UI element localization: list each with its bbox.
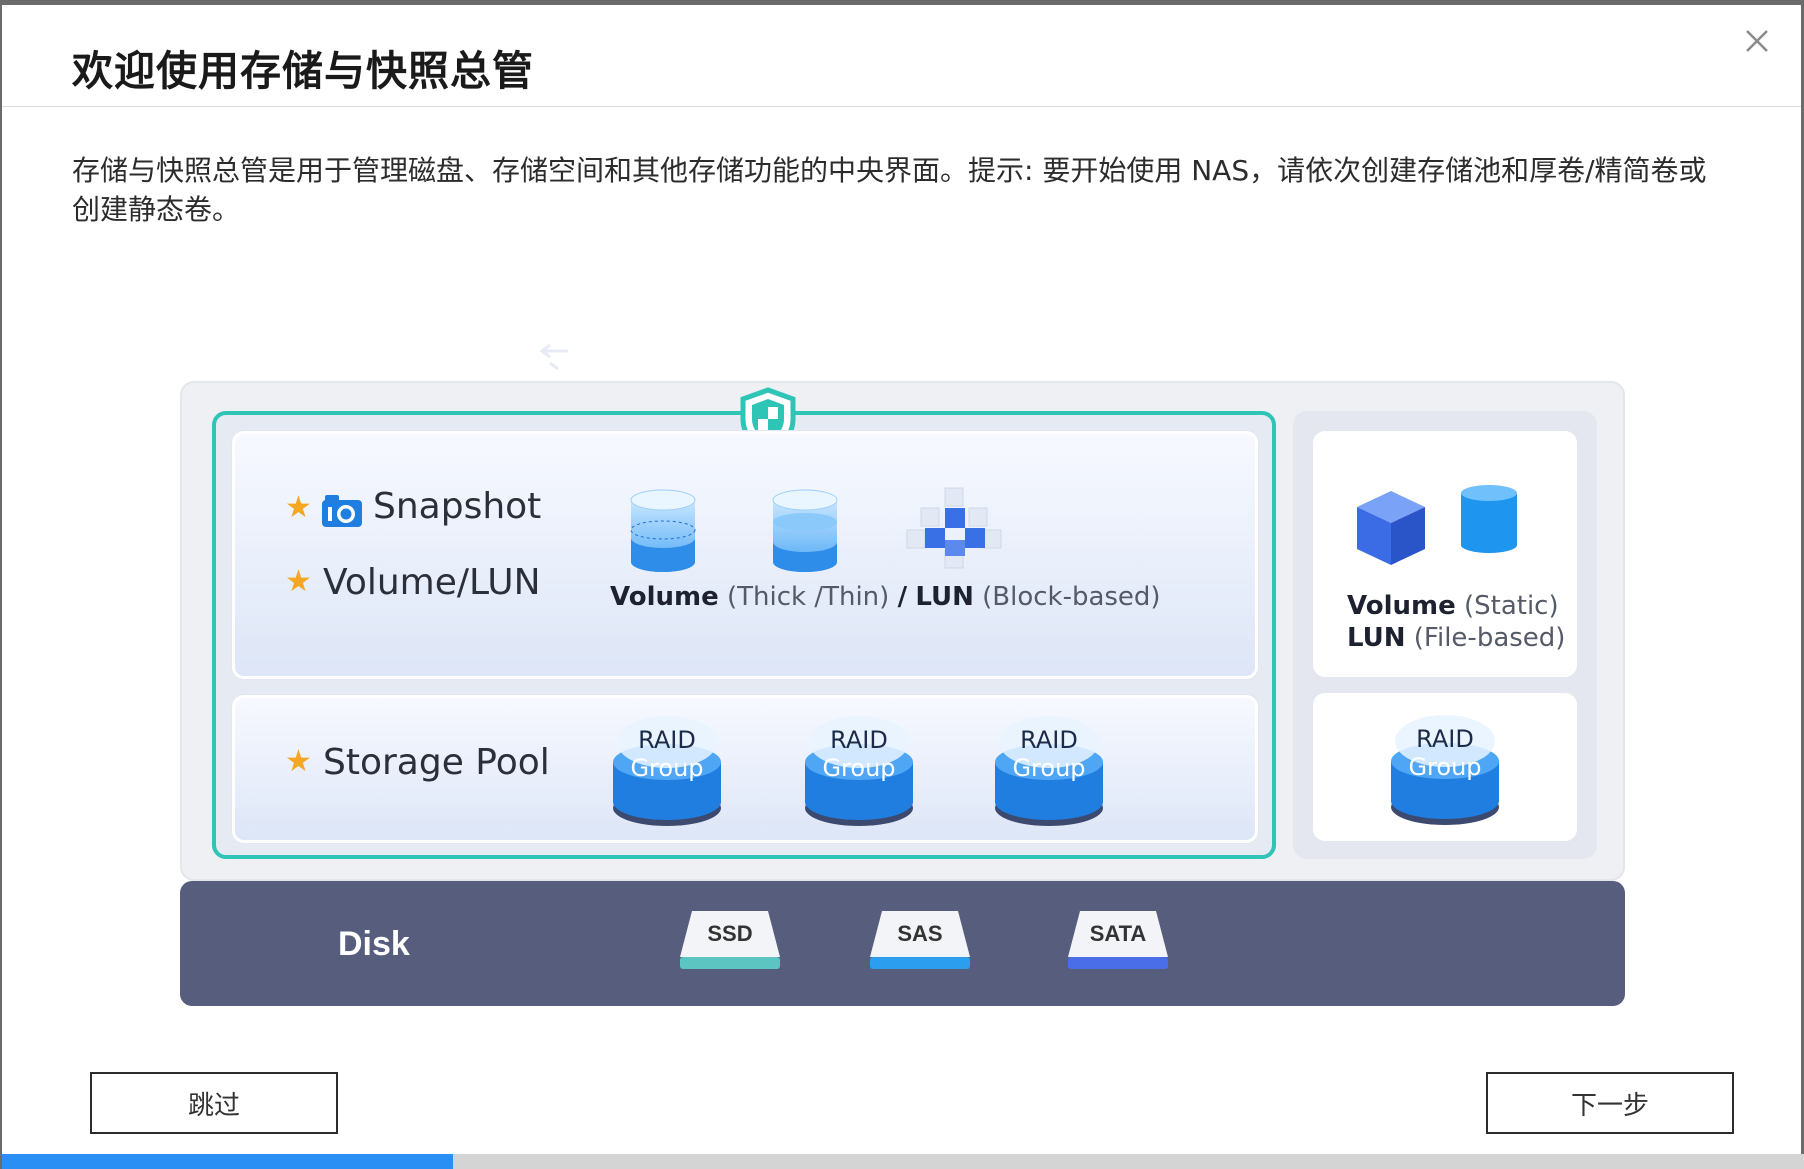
volume-bold: Volume [610, 582, 719, 612]
raid-text-2: Group [1012, 754, 1086, 782]
wizard-progress-track [2, 1154, 1804, 1169]
volume-type: (Thick /Thin) [726, 582, 890, 612]
storage-pool-layer: ★ Storage Pool RAID Group RAID Group RAI… [232, 695, 1258, 843]
star-icon: ★ [285, 745, 312, 778]
raid-group-3: RAID Group [993, 712, 1105, 830]
static-volume-card: Volume (Static) LUN (File-based) [1313, 431, 1577, 677]
raid-text-1: RAID [830, 726, 888, 754]
file-lun-type: (File-based) [1413, 623, 1566, 653]
lun-type: (Block-based) [982, 582, 1161, 612]
raid-text-2: Group [1408, 753, 1482, 781]
sata-label: SATA [1089, 921, 1147, 946]
storage-welcome-dialog: 欢迎使用存储与快照总管 存储与快照总管是用于管理磁盘、存储空间和其他存储功能的中… [0, 0, 1804, 1169]
arrow-decoration-icon [539, 343, 568, 371]
lun-bold: LUN [915, 582, 974, 612]
static-volume-type: (Static) [1463, 591, 1559, 621]
skip-button[interactable]: 跳过 [90, 1072, 338, 1134]
close-icon[interactable] [1739, 23, 1775, 59]
star-icon: ★ [285, 491, 312, 524]
file-lun-caption: LUN (File-based) [1347, 623, 1565, 653]
storage-architecture-diagram: ★ Snapshot ★ Volume/LUN Volume (Thick /T… [180, 381, 1625, 1006]
disk-layer: Disk SSD SAS SATA [180, 881, 1625, 1006]
dialog-header: 欢迎使用存储与快照总管 [2, 5, 1801, 107]
camera-icon [322, 495, 362, 527]
snapshot-protected-area: ★ Snapshot ★ Volume/LUN Volume (Thick /T… [212, 387, 1276, 859]
sata-drive: SATA [1066, 909, 1170, 975]
raid-text-1: RAID [1416, 725, 1474, 753]
raid-text-1: RAID [638, 726, 696, 754]
static-volume-panel: Volume (Static) LUN (File-based) RAID Gr… [1293, 411, 1597, 859]
lun-separator: / [897, 582, 908, 612]
next-button[interactable]: 下一步 [1486, 1072, 1734, 1134]
raid-group-static: RAID Group [1389, 711, 1501, 829]
block-lun-icon [906, 487, 1002, 569]
volume-lun-layer: ★ Snapshot ★ Volume/LUN Volume (Thick /T… [232, 431, 1258, 679]
file-lun-bold: LUN [1347, 623, 1406, 653]
sas-drive: SAS [868, 909, 972, 975]
raid-text-2: Group [822, 754, 896, 782]
volume-lun-caption: Volume (Thick /Thin) / LUN (Block-based) [610, 582, 1161, 612]
static-volume-bold: Volume [1347, 591, 1456, 621]
static-raid-card: RAID Group [1313, 693, 1577, 841]
star-icon: ★ [285, 565, 312, 598]
raid-text-2: Group [630, 754, 704, 782]
ssd-label: SSD [707, 921, 753, 946]
wizard-progress-fill [2, 1154, 453, 1169]
thin-volume-icon [772, 489, 838, 572]
snapshot-label: Snapshot [373, 486, 542, 527]
dialog-description: 存储与快照总管是用于管理磁盘、存储空间和其他存储功能的中央界面。提示: 要开始使… [72, 154, 1707, 226]
storage-pool-label: Storage Pool [323, 742, 550, 783]
volume-lun-label: Volume/LUN [323, 562, 541, 603]
raid-group-1: RAID Group [611, 712, 723, 830]
dialog-title: 欢迎使用存储与快照总管 [72, 47, 534, 95]
static-volume-caption: Volume (Static) [1347, 591, 1559, 621]
raid-group-2: RAID Group [803, 712, 915, 830]
raid-text-1: RAID [1020, 726, 1078, 754]
thick-volume-icon [630, 489, 696, 572]
sas-label: SAS [897, 921, 943, 946]
disk-label: Disk [338, 925, 410, 963]
ssd-drive: SSD [678, 909, 782, 975]
cylinder-icon [1461, 485, 1517, 553]
cube-icon [1357, 491, 1425, 565]
